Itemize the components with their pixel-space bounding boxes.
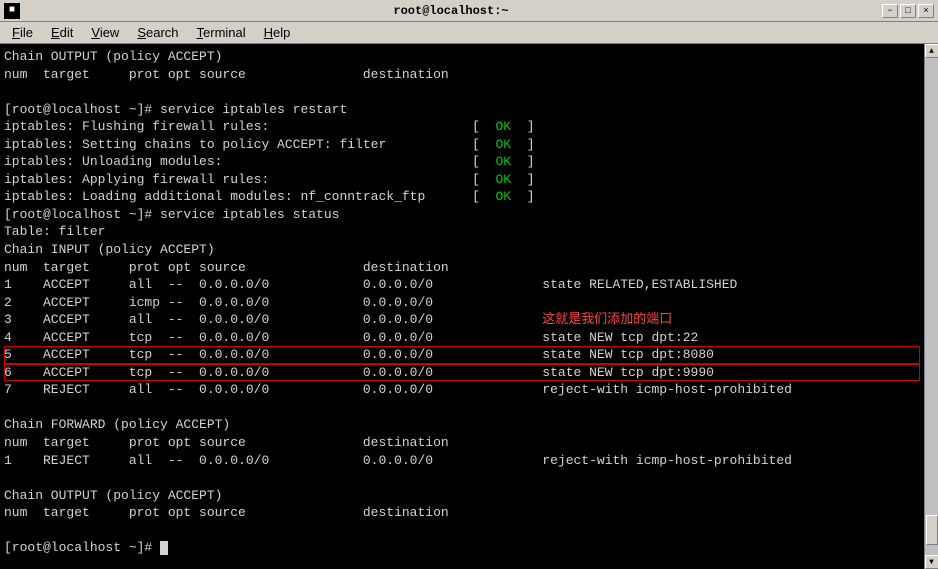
title-bar-left: ■ xyxy=(4,3,20,19)
line-16: 4 ACCEPT tcp -- 0.0.0.0/0 0.0.0.0/0 stat… xyxy=(4,329,920,347)
line-blank-4 xyxy=(4,522,920,540)
line-21: num target prot opt source destination xyxy=(4,434,920,452)
terminal-content[interactable]: Chain OUTPUT (policy ACCEPT) num target … xyxy=(0,44,924,569)
scroll-thumb[interactable] xyxy=(926,515,938,545)
chinese-note: 这就是我们添加的端口 xyxy=(542,312,672,327)
line-1: num target prot opt source destination xyxy=(4,66,920,84)
line-6: iptables: Unloading modules: [ OK ] xyxy=(4,153,920,171)
scroll-down-button[interactable]: ▼ xyxy=(925,555,938,569)
line-5: iptables: Setting chains to policy ACCEP… xyxy=(4,136,920,154)
line-13: 1 ACCEPT all -- 0.0.0.0/0 0.0.0.0/0 stat… xyxy=(4,276,920,294)
menu-bar: File Edit View Search Terminal Help xyxy=(0,22,938,44)
minimize-button[interactable]: − xyxy=(882,4,898,18)
menu-terminal[interactable]: Terminal xyxy=(189,23,254,42)
line-7: iptables: Applying firewall rules: [ OK … xyxy=(4,171,920,189)
menu-view[interactable]: View xyxy=(83,23,127,42)
line-4: iptables: Flushing firewall rules: [ OK … xyxy=(4,118,920,136)
menu-search[interactable]: Search xyxy=(129,23,186,42)
terminal-wrapper: Chain OUTPUT (policy ACCEPT) num target … xyxy=(0,44,938,569)
title-bar-title: root@localhost:~ xyxy=(20,4,882,18)
line-blank-2 xyxy=(4,399,920,417)
line-8: iptables: Loading additional modules: nf… xyxy=(4,188,920,206)
menu-help[interactable]: Help xyxy=(256,23,299,42)
app-icon: ■ xyxy=(4,3,20,19)
line-19: 7 REJECT all -- 0.0.0.0/0 0.0.0.0/0 reje… xyxy=(4,381,920,399)
line-25: [root@localhost ~]# xyxy=(4,539,920,557)
scrollbar[interactable]: ▲ ▼ xyxy=(924,44,938,569)
line-15: 3 ACCEPT all -- 0.0.0.0/0 0.0.0.0/0 这就是我… xyxy=(4,311,920,329)
line-blank-3 xyxy=(4,469,920,487)
line-18-highlighted: 6 ACCEPT tcp -- 0.0.0.0/0 0.0.0.0/0 stat… xyxy=(4,364,920,382)
menu-edit[interactable]: Edit xyxy=(43,23,81,42)
maximize-button[interactable]: □ xyxy=(900,4,916,18)
line-9: [root@localhost ~]# service iptables sta… xyxy=(4,206,920,224)
line-11: Chain INPUT (policy ACCEPT) xyxy=(4,241,920,259)
line-17-highlighted: 5 ACCEPT tcp -- 0.0.0.0/0 0.0.0.0/0 stat… xyxy=(4,346,920,364)
scroll-track[interactable] xyxy=(925,58,938,555)
cursor xyxy=(160,541,168,555)
title-bar: ■ root@localhost:~ − □ × xyxy=(0,0,938,22)
scroll-up-button[interactable]: ▲ xyxy=(925,44,938,58)
line-10: Table: filter xyxy=(4,223,920,241)
line-12: num target prot opt source destination xyxy=(4,259,920,277)
line-23: Chain OUTPUT (policy ACCEPT) xyxy=(4,487,920,505)
line-3: [root@localhost ~]# service iptables res… xyxy=(4,101,920,119)
close-button[interactable]: × xyxy=(918,4,934,18)
line-20: Chain FORWARD (policy ACCEPT) xyxy=(4,416,920,434)
menu-file[interactable]: File xyxy=(4,23,41,42)
line-22: 1 REJECT all -- 0.0.0.0/0 0.0.0.0/0 reje… xyxy=(4,452,920,470)
line-0: Chain OUTPUT (policy ACCEPT) xyxy=(4,48,920,66)
window-controls: − □ × xyxy=(882,4,934,18)
line-24: num target prot opt source destination xyxy=(4,504,920,522)
line-14: 2 ACCEPT icmp -- 0.0.0.0/0 0.0.0.0/0 xyxy=(4,294,920,312)
line-blank-1 xyxy=(4,83,920,101)
